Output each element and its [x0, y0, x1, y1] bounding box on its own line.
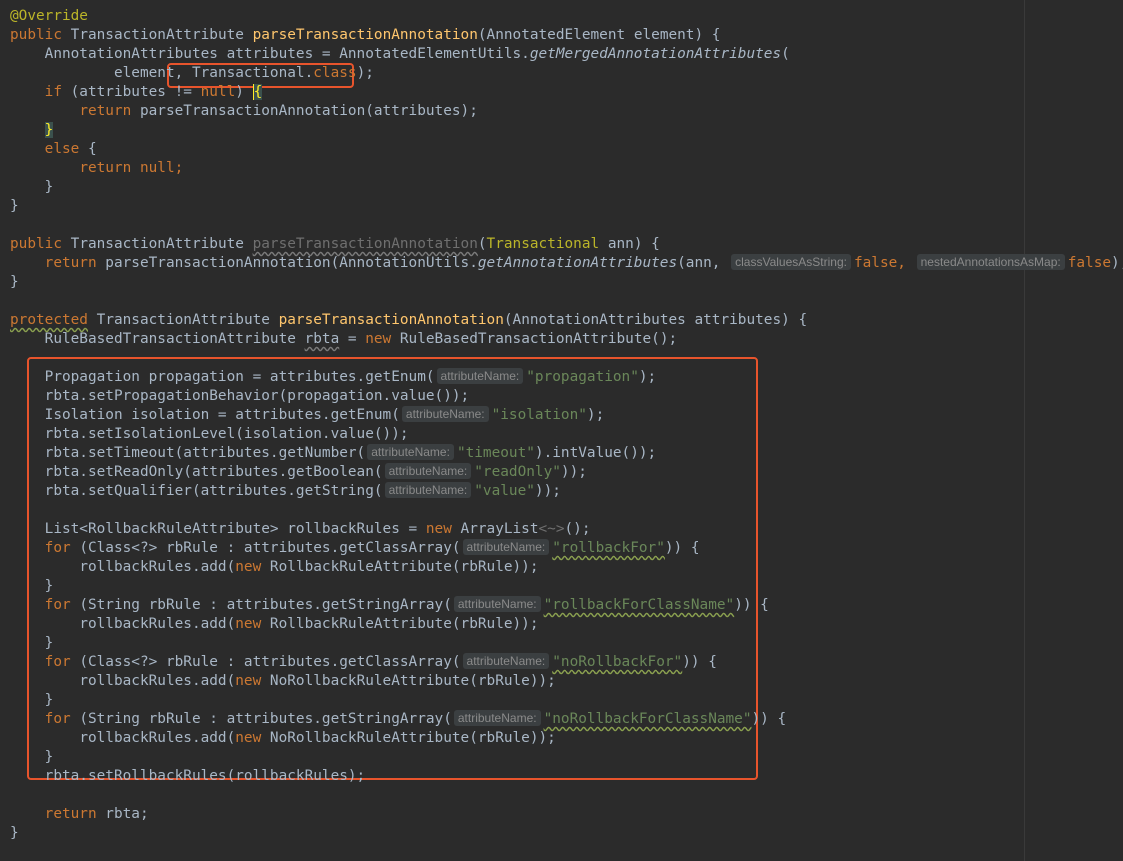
code-line: for (Class<?> rbRule : attributes.getCla…: [44, 539, 700, 556]
param-hint: attributeName:: [462, 653, 550, 669]
param-hint: nestedAnnotationsAsMap:: [916, 254, 1065, 270]
code-line: rbta.setPropagationBehavior(propagation.…: [44, 388, 470, 404]
param-hint: classValuesAsString:: [731, 254, 851, 270]
code-line: Propagation propagation = attributes.get…: [44, 368, 657, 385]
code-line: }: [44, 122, 54, 138]
code-line: for (Class<?> rbRule : attributes.getCla…: [44, 653, 717, 670]
param-hint: attributeName:: [384, 482, 472, 498]
code-line: }: [44, 578, 54, 594]
code-line: for (String rbRule : attributes.getStrin…: [44, 596, 769, 613]
code-line: return parseTransactionAnnotation(Annota…: [44, 254, 1123, 271]
code-line: rbta.setRollbackRules(rollbackRules);: [44, 768, 366, 784]
code-line: rollbackRules.add(new RollbackRuleAttrib…: [79, 559, 539, 575]
code-line: }: [44, 635, 54, 651]
code-line: if (attributes != null) {: [44, 84, 263, 100]
code-line: Isolation isolation = attributes.getEnum…: [44, 406, 605, 423]
code-line: rollbackRules.add(new RollbackRuleAttrib…: [79, 616, 539, 632]
param-hint: attributeName:: [453, 596, 541, 612]
code-line: element, Transactional.class);: [113, 65, 374, 81]
param-hint: attributeName:: [384, 463, 472, 479]
code-line: rbta.setTimeout(attributes.getNumber(att…: [44, 444, 657, 461]
code-line: for (String rbRule : attributes.getStrin…: [44, 710, 787, 727]
code-line: }: [44, 179, 54, 195]
code-line: public TransactionAttribute parseTransac…: [10, 27, 721, 43]
code-line: AnnotationAttributes attributes = Annota…: [44, 46, 790, 62]
param-hint: attributeName:: [401, 406, 489, 422]
code-line: rbta.setQualifier(attributes.getString(a…: [44, 482, 561, 499]
right-margin-guide: [1024, 0, 1025, 861]
code-line: public TransactionAttribute parseTransac…: [10, 236, 660, 252]
code-line: rbta.setReadOnly(attributes.getBoolean(a…: [44, 463, 587, 480]
code-line: return rbta;: [44, 806, 149, 822]
code-line: @Override: [10, 8, 88, 24]
param-hint: attributeName:: [367, 444, 454, 460]
param-hint: attributeName:: [462, 539, 550, 555]
param-hint: attributeName:: [436, 368, 524, 384]
code-line: rollbackRules.add(new NoRollbackRuleAttr…: [79, 730, 556, 746]
code-line: }: [10, 825, 19, 841]
code-line: return null;: [79, 160, 184, 176]
code-line: return parseTransactionAnnotation(attrib…: [79, 103, 478, 119]
code-line: rbta.setIsolationLevel(isolation.value()…: [44, 426, 409, 442]
code-editor[interactable]: @Override public TransactionAttribute pa…: [0, 0, 1123, 861]
param-hint: attributeName:: [453, 710, 541, 726]
code-line: RuleBasedTransactionAttribute rbta = new…: [44, 331, 678, 347]
code-line: }: [10, 274, 19, 290]
code-line: rollbackRules.add(new NoRollbackRuleAttr…: [79, 673, 556, 689]
code-line: protected TransactionAttribute parseTran…: [10, 312, 808, 328]
code-line: List<RollbackRuleAttribute> rollbackRule…: [44, 521, 591, 537]
code-line: else {: [44, 141, 97, 157]
code-line: }: [44, 749, 54, 765]
code-line: }: [10, 198, 19, 214]
code-line: }: [44, 692, 54, 708]
